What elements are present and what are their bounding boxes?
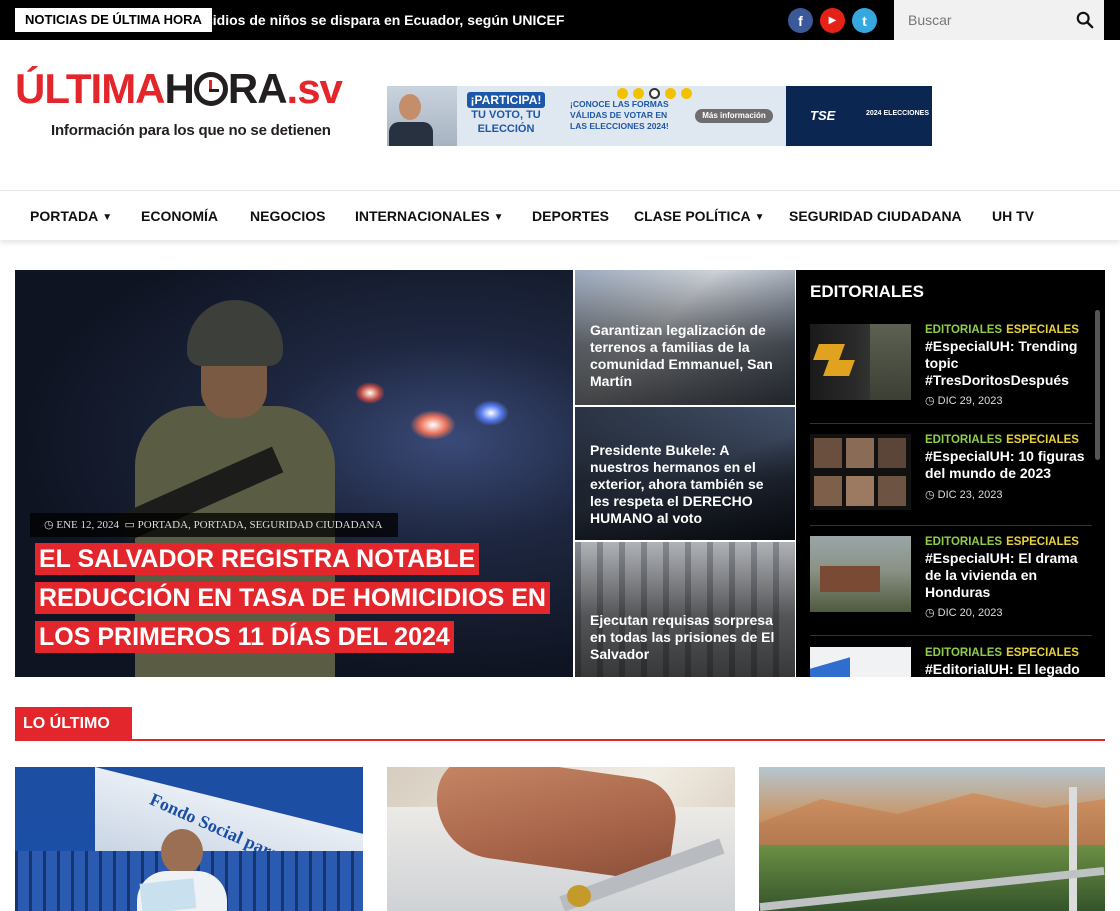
logo-text-h: H [164,65,195,112]
editorial-item[interactable]: EDITORIALES ESPECIALES #EspecialUH: El dr… [810,536,1092,636]
banner-tse-logo: TSE 2024 ELECCIONES [786,86,932,146]
editorial-item[interactable]: EDITORIALES ESPECIALES #EditorialUH: El l… [810,647,1092,677]
editorial-item[interactable]: EDITORIALES ESPECIALES #EspecialUH: 10 fi… [810,434,1092,526]
logo-tagline: Información para los que no se detienen [51,122,331,139]
logo-clock-icon [193,72,228,106]
chevron-down-icon: ▼ [493,212,504,223]
logo-text-ra: RA [227,65,288,112]
hero-meta: ◷ ENE 12, 2024 ▭ PORTADA, PORTADA, SEGUR… [30,513,399,537]
search-icon[interactable] [1076,11,1094,29]
side-story-title: Garantizan legalización de terrenos a fa… [590,322,773,389]
hero-date: ENE 12, 2024 [56,519,119,531]
editorial-title[interactable]: #EspecialUH: Trending topic #TresDoritos… [925,338,1095,389]
logo-text-sv: .sv [286,65,343,112]
clock-icon: ◷ [44,519,54,531]
editorial-title[interactable]: #EspecialUH: El drama de la vivienda en … [925,550,1095,601]
folder-icon: ▭ [124,519,135,531]
clock-icon: ◷ [925,607,938,619]
editorial-categories[interactable]: EDITORIALES ESPECIALES [925,647,1079,659]
side-story[interactable]: Presidente Bukele: A nuestros hermanos e… [575,407,795,540]
side-story-title: Ejecutan requisas sorpresa en todas las … [590,612,775,662]
nav-item-economia[interactable]: ECONOMÍA [141,191,218,241]
nav-item-portada[interactable]: PORTADA ▼ [30,191,112,241]
nav-item-clase-politica[interactable]: CLASE POLÍTICA ▼ [634,191,765,241]
editorial-date: ◷ DIC 20, 2023 [925,607,1003,619]
editorial-thumbnail [810,324,911,400]
nav-item-internacionales[interactable]: INTERNACIONALES ▼ [355,191,503,241]
hero-story[interactable]: ◷ ENE 12, 2024 ▭ PORTADA, PORTADA, SEGUR… [15,270,573,677]
editorials-panel: EDITORIALES EDITORIALES ESPECIALES #Espec… [796,270,1105,677]
latest-story-card[interactable]: Fondo Social para la Vivienda [15,767,363,911]
clock-icon: ◷ [925,395,938,407]
breaking-news-label: NOTICIAS DE ÚLTIMA HORA [15,8,212,32]
editorial-thumbnail [810,647,911,677]
banner-more-info-button[interactable]: Más información [695,109,773,123]
ad-banner[interactable]: ¡PARTICIPA! TU VOTO, TU ELECCIÓN ¡CONOCE… [387,86,932,146]
nav-item-deportes[interactable]: DEPORTES [532,191,609,241]
news-ticker[interactable]: cidios de niños se dispara en Ecuador, s… [205,8,565,32]
clock-icon: ◷ [925,489,938,501]
main-nav: PORTADA ▼ ECONOMÍA NEGOCIOS INTERNACIONAL… [0,190,1120,240]
banner-person-image [387,86,457,146]
editorial-title[interactable]: #EspecialUH: 10 figuras del mundo de 202… [925,448,1095,482]
editorial-date: ◷ DIC 29, 2023 [925,395,1003,407]
logo-text-ultima: ÚLTIMA [15,65,166,112]
editorial-categories[interactable]: EDITORIALES ESPECIALES [925,434,1079,446]
search-box [894,0,1104,40]
editorial-date: ◷ DIC 23, 2023 [925,489,1003,501]
editorial-item[interactable]: EDITORIALES ESPECIALES #EspecialUH: Trend… [810,324,1092,424]
editorial-categories[interactable]: EDITORIALES ESPECIALES [925,536,1079,548]
section-divider [15,739,1105,741]
nav-item-negocios[interactable]: NEGOCIOS [250,191,325,241]
banner-text: ¡CONOCE LAS FORMAS VÁLIDAS DE VOTAR EN L… [570,99,669,131]
editorial-thumbnail [810,434,911,510]
editorial-thumbnail [810,536,911,612]
youtube-icon[interactable]: ▶ [820,8,845,33]
latest-story-card[interactable] [759,767,1105,911]
facebook-icon[interactable]: f [788,8,813,33]
banner-participa: ¡PARTICIPA! TU VOTO, TU ELECCIÓN [459,92,553,136]
side-story[interactable]: Ejecutan requisas sorpresa en todas las … [575,542,795,677]
hero-categories[interactable]: PORTADA, PORTADA, SEGURIDAD CIUDADANA [138,519,383,531]
site-logo[interactable]: ÚLTIMAH RA.sv Información para los que no… [15,66,365,146]
nav-item-uh-tv[interactable]: UH TV [992,191,1034,241]
editorial-categories[interactable]: EDITORIALES ESPECIALES [925,324,1079,336]
side-story[interactable]: Garantizan legalización de terrenos a fa… [575,270,795,405]
top-bar: NOTICIAS DE ÚLTIMA HORA cidios de niños … [0,0,1120,40]
nav-item-seguridad-ciudadana[interactable]: SEGURIDAD CIUDADANA [789,191,962,241]
editorials-title: EDITORIALES [810,282,924,301]
editorials-scrollbar[interactable] [1095,310,1100,460]
search-input[interactable] [908,10,1068,30]
side-story-title: Presidente Bukele: A nuestros hermanos e… [590,442,764,526]
banner-carousel-dots[interactable] [617,88,692,99]
editorial-title[interactable]: #EditorialUH: El legado [925,661,1095,677]
hero-title[interactable]: EL SALVADOR REGISTRA NOTABLE REDUCCIÓN E… [35,540,555,657]
section-label-lo-ultimo: LO ÚLTIMO [15,707,132,740]
chevron-down-icon: ▼ [102,212,113,223]
chevron-down-icon: ▼ [754,212,765,223]
twitter-icon[interactable]: t [852,8,877,33]
latest-story-card[interactable] [387,767,735,911]
